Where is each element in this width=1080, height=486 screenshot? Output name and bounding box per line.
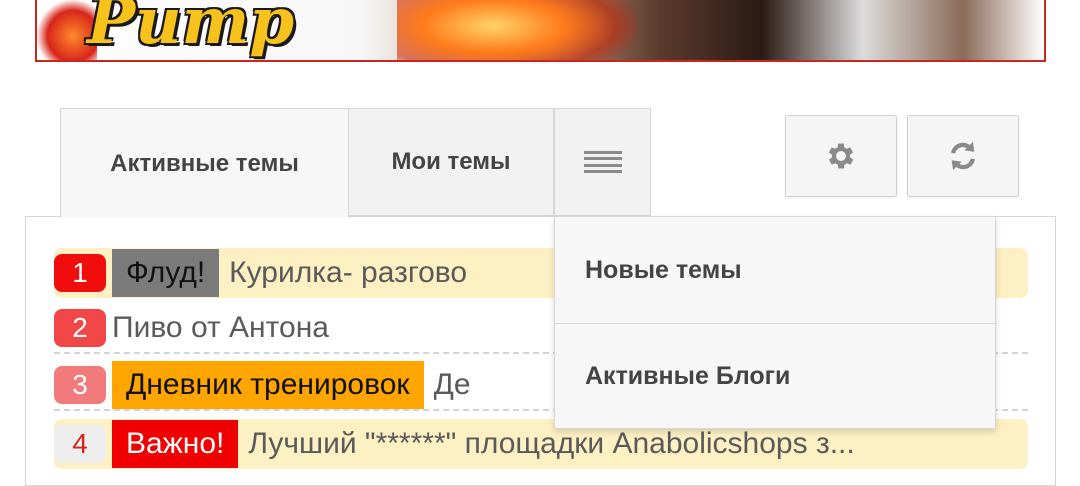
topic-rank-badge: 4 [54, 425, 106, 463]
fire-graphic [397, 0, 637, 60]
menu-item-active-blogs[interactable]: Активные Блоги [555, 323, 995, 429]
menu-item-new-topics[interactable]: Новые темы [555, 217, 995, 323]
gear-icon [828, 143, 854, 169]
settings-button[interactable] [785, 115, 897, 197]
topic-tag[interactable]: Флуд! [112, 249, 220, 297]
site-logo: Pump [87, 0, 295, 59]
tab-active-topics[interactable]: Активные темы [60, 108, 349, 218]
tab-my-topics-label: Мои темы [391, 148, 511, 175]
topic-title[interactable]: Пиво от Антона [112, 311, 329, 345]
more-menu-dropdown: Новые темы Активные Блоги [554, 216, 996, 429]
tab-active-topics-label: Активные темы [110, 149, 299, 177]
refresh-button[interactable] [907, 115, 1019, 197]
topic-title[interactable]: Курилка- разгово [229, 256, 467, 290]
menu-item-label: Новые темы [585, 255, 742, 284]
hamburger-icon [583, 151, 622, 173]
topic-title[interactable]: Лучший "******" площадки Anabolicshops з… [248, 427, 854, 461]
refresh-icon [950, 141, 976, 171]
topic-rank-badge: 1 [54, 254, 106, 292]
topic-rank-badge: 3 [54, 366, 106, 404]
site-banner[interactable]: Pump [35, 0, 1046, 62]
topic-tag[interactable]: Дневник тренировок [112, 361, 424, 409]
topic-title[interactable]: Де [434, 368, 471, 402]
tab-more-menu[interactable] [554, 108, 651, 216]
topic-tag[interactable]: Важно! [112, 420, 239, 468]
topic-rank-badge: 2 [54, 309, 106, 347]
tab-my-topics[interactable]: Мои темы [348, 108, 554, 216]
menu-item-label: Активные Блоги [585, 362, 791, 390]
